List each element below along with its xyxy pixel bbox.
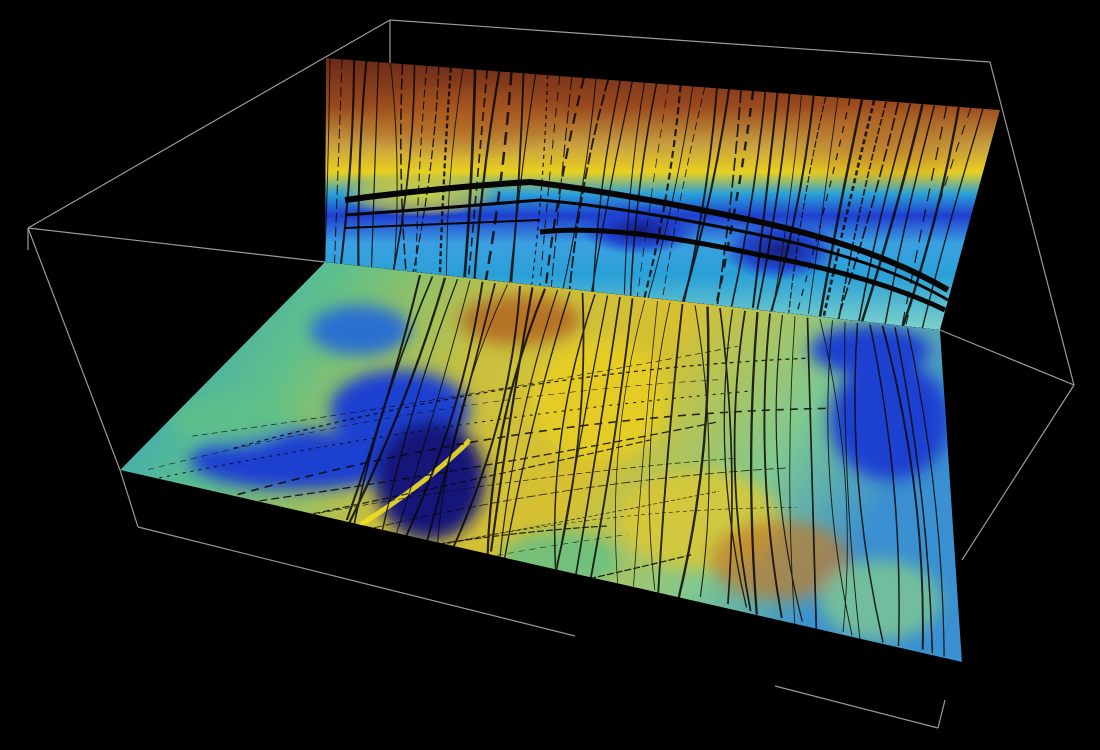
seismic-volume-render [0, 0, 1100, 750]
